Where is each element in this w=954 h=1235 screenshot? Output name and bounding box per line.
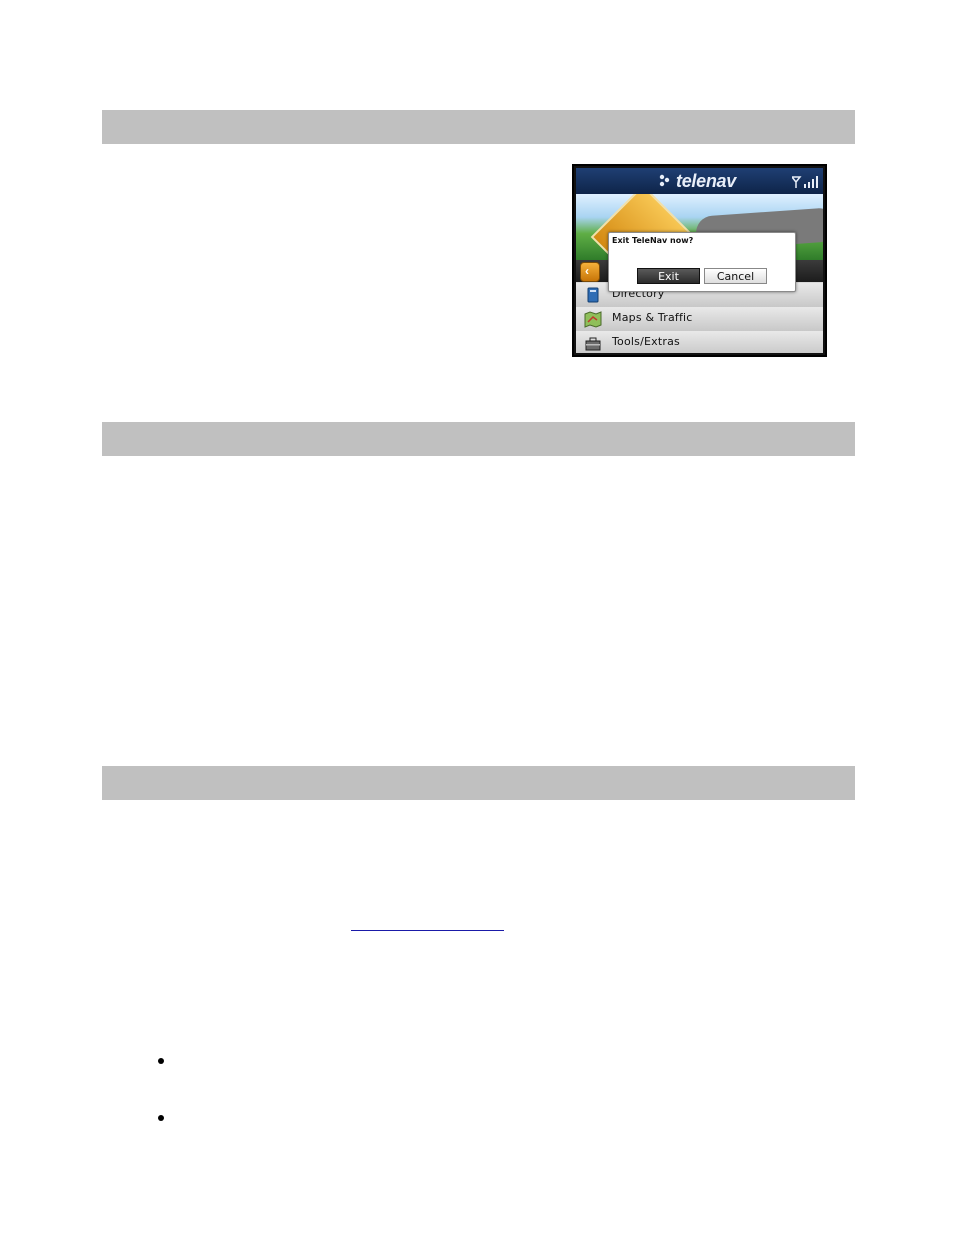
section-header-bar-2 — [102, 422, 855, 456]
section-header-bar-3 — [102, 766, 855, 800]
dialog-message: Exit TeleNav now? — [612, 236, 694, 245]
menu-item-label: Maps & Traffic — [612, 311, 693, 324]
bullet-point — [158, 1115, 164, 1121]
telenav-exit-dialog-screenshot: telenav ‹ Directory Maps & Traffic Tools… — [572, 164, 827, 357]
hyperlink-underline[interactable] — [351, 930, 504, 931]
exit-button[interactable]: Exit — [637, 268, 700, 284]
toolbox-icon — [585, 337, 601, 351]
menu-item-maps-traffic[interactable]: Maps & Traffic — [576, 307, 823, 332]
back-arrow-icon[interactable]: ‹ — [580, 262, 600, 282]
menu-item-tools-extras[interactable]: Tools/Extras — [576, 331, 823, 353]
telenav-logo-icon — [659, 174, 670, 187]
signal-strength-icon — [792, 176, 818, 188]
cancel-button[interactable]: Cancel — [704, 268, 767, 284]
directory-icon — [587, 287, 599, 303]
menu-item-label: Tools/Extras — [612, 335, 680, 348]
app-title-bar: telenav — [576, 168, 823, 195]
telenav-logo-text: telenav — [676, 171, 736, 191]
exit-confirmation-dialog: Exit TeleNav now? Exit Cancel — [608, 232, 796, 292]
bullet-point — [158, 1058, 164, 1064]
map-icon — [584, 311, 602, 328]
section-header-bar-1 — [102, 110, 855, 144]
